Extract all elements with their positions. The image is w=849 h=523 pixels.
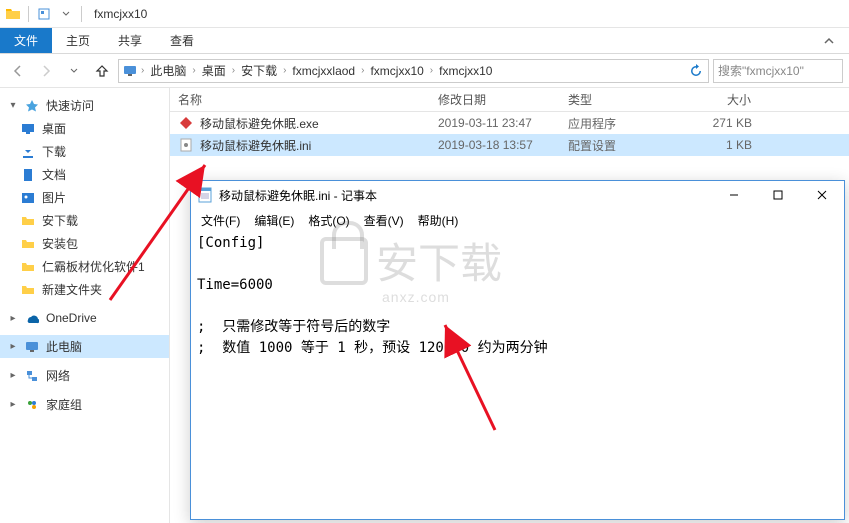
notepad-icon — [197, 187, 213, 203]
close-button[interactable] — [800, 181, 844, 209]
document-icon — [20, 167, 36, 183]
refresh-icon[interactable] — [686, 64, 706, 78]
folder-icon — [20, 213, 36, 229]
col-type[interactable]: 类型 — [560, 91, 670, 108]
notepad-menubar: 文件(F) 编辑(E) 格式(O) 查看(V) 帮助(H) — [191, 209, 844, 231]
menu-view[interactable]: 查看(V) — [358, 210, 410, 231]
folder-icon — [20, 282, 36, 298]
ribbon-tab-share[interactable]: 共享 — [104, 28, 156, 53]
file-type: 配置设置 — [560, 137, 670, 154]
col-date[interactable]: 修改日期 — [430, 91, 560, 108]
qat-properties-icon[interactable] — [35, 5, 53, 23]
breadcrumb-item[interactable]: fxmcjxxlaod — [288, 64, 359, 78]
chevron-right-icon[interactable]: ▸ — [8, 399, 18, 410]
nav-recent-icon[interactable] — [62, 59, 86, 83]
qat-dropdown-icon[interactable] — [57, 5, 75, 23]
search-placeholder: 搜索"fxmcjxx10" — [718, 62, 804, 79]
folder-icon — [4, 5, 22, 23]
file-row[interactable]: 移动鼠标避免休眠.ini 2019-03-18 13:57 配置设置 1 KB — [170, 134, 849, 156]
col-name[interactable]: 名称 — [170, 91, 430, 108]
maximize-button[interactable] — [756, 181, 800, 209]
sidebar-item-anxz[interactable]: 安下载 — [0, 209, 169, 232]
desktop-icon — [20, 121, 36, 137]
onedrive-icon — [24, 310, 40, 326]
menu-file[interactable]: 文件(F) — [195, 210, 246, 231]
file-row[interactable]: 移动鼠标避免休眠.exe 2019-03-11 23:47 应用程序 271 K… — [170, 112, 849, 134]
chevron-right-icon[interactable]: › — [230, 65, 237, 76]
file-date: 2019-03-11 23:47 — [430, 116, 560, 130]
sidebar-item-install[interactable]: 安装包 — [0, 232, 169, 255]
file-name: 移动鼠标避免休眠.exe — [200, 115, 319, 132]
ribbon: 文件 主页 共享 查看 — [0, 28, 849, 54]
chevron-right-icon[interactable]: ▸ — [8, 313, 18, 324]
sidebar-quick-access[interactable]: ▾ 快速访问 — [0, 94, 169, 117]
notepad-titlebar[interactable]: 移动鼠标避免休眠.ini - 记事本 — [191, 181, 844, 209]
chevron-right-icon[interactable]: › — [139, 65, 146, 76]
menu-format[interactable]: 格式(O) — [302, 210, 355, 231]
nav-back-icon[interactable] — [6, 59, 30, 83]
col-size[interactable]: 大小 — [670, 91, 760, 108]
notepad-text-area[interactable]: [Config] Time=6000 ; 只需修改等于符号后的数字 ; 数值 1… — [191, 231, 844, 361]
file-type: 应用程序 — [560, 115, 670, 132]
minimize-button[interactable] — [712, 181, 756, 209]
breadcrumb[interactable]: › 此电脑 › 桌面 › 安下载 › fxmcjxxlaod › fxmcjxx… — [118, 59, 709, 83]
chevron-right-icon[interactable]: › — [190, 65, 197, 76]
sidebar-item-documents[interactable]: 文档 — [0, 163, 169, 186]
breadcrumb-pc-icon — [121, 64, 139, 78]
file-date: 2019-03-18 13:57 — [430, 138, 560, 152]
pc-icon — [24, 339, 40, 355]
ribbon-tab-home[interactable]: 主页 — [52, 28, 104, 53]
network-icon — [24, 368, 40, 384]
chevron-right-icon[interactable]: › — [359, 65, 366, 76]
navbar: › 此电脑 › 桌面 › 安下载 › fxmcjxxlaod › fxmcjxx… — [0, 54, 849, 88]
ribbon-tab-view[interactable]: 查看 — [156, 28, 208, 53]
column-headers: 名称 修改日期 类型 大小 — [170, 88, 849, 112]
file-name: 移动鼠标避免休眠.ini — [200, 137, 311, 154]
sidebar-thispc[interactable]: ▸ 此电脑 — [0, 335, 169, 358]
window-title: fxmcjxx10 — [88, 7, 147, 21]
menu-edit[interactable]: 编辑(E) — [248, 210, 300, 231]
sidebar-homegroup[interactable]: ▸ 家庭组 — [0, 393, 169, 416]
sidebar-item-renba[interactable]: 仁霸板材优化软件1 — [0, 255, 169, 278]
ribbon-expand-icon[interactable] — [809, 28, 849, 53]
chevron-right-icon[interactable]: ▸ — [8, 341, 18, 352]
nav-up-icon[interactable] — [90, 59, 114, 83]
pictures-icon — [20, 190, 36, 206]
sidebar: ▾ 快速访问 桌面 下载 文档 图片 安下载 — [0, 88, 170, 523]
exe-icon — [178, 115, 194, 131]
ini-icon — [178, 137, 194, 153]
ribbon-tab-file[interactable]: 文件 — [0, 28, 52, 53]
file-size: 271 KB — [670, 116, 760, 130]
breadcrumb-item[interactable]: 桌面 — [198, 62, 230, 79]
folder-icon — [20, 236, 36, 252]
sidebar-item-desktop[interactable]: 桌面 — [0, 117, 169, 140]
menu-help[interactable]: 帮助(H) — [412, 210, 465, 231]
notepad-window[interactable]: 移动鼠标避免休眠.ini - 记事本 文件(F) 编辑(E) 格式(O) 查看(… — [190, 180, 845, 520]
window-titlebar: fxmcjxx10 — [0, 0, 849, 28]
chevron-right-icon[interactable]: › — [428, 65, 435, 76]
sidebar-item-newfolder[interactable]: 新建文件夹 — [0, 278, 169, 301]
download-icon — [20, 144, 36, 160]
sidebar-item-downloads[interactable]: 下载 — [0, 140, 169, 163]
breadcrumb-item[interactable]: fxmcjxx10 — [366, 64, 427, 78]
chevron-down-icon[interactable]: ▾ — [8, 100, 18, 111]
nav-forward-icon — [34, 59, 58, 83]
breadcrumb-item[interactable]: 此电脑 — [146, 62, 190, 79]
search-input[interactable]: 搜索"fxmcjxx10" — [713, 59, 843, 83]
notepad-title: 移动鼠标避免休眠.ini - 记事本 — [219, 187, 377, 204]
sidebar-network[interactable]: ▸ 网络 — [0, 364, 169, 387]
star-icon — [24, 98, 40, 114]
breadcrumb-item[interactable]: 安下载 — [237, 62, 281, 79]
chevron-right-icon[interactable]: ▸ — [8, 370, 18, 381]
chevron-right-icon[interactable]: › — [281, 65, 288, 76]
file-size: 1 KB — [670, 138, 760, 152]
homegroup-icon — [24, 397, 40, 413]
breadcrumb-item[interactable]: fxmcjxx10 — [435, 64, 496, 78]
sidebar-item-pictures[interactable]: 图片 — [0, 186, 169, 209]
sidebar-onedrive[interactable]: ▸ OneDrive — [0, 307, 169, 329]
folder-icon — [20, 259, 36, 275]
